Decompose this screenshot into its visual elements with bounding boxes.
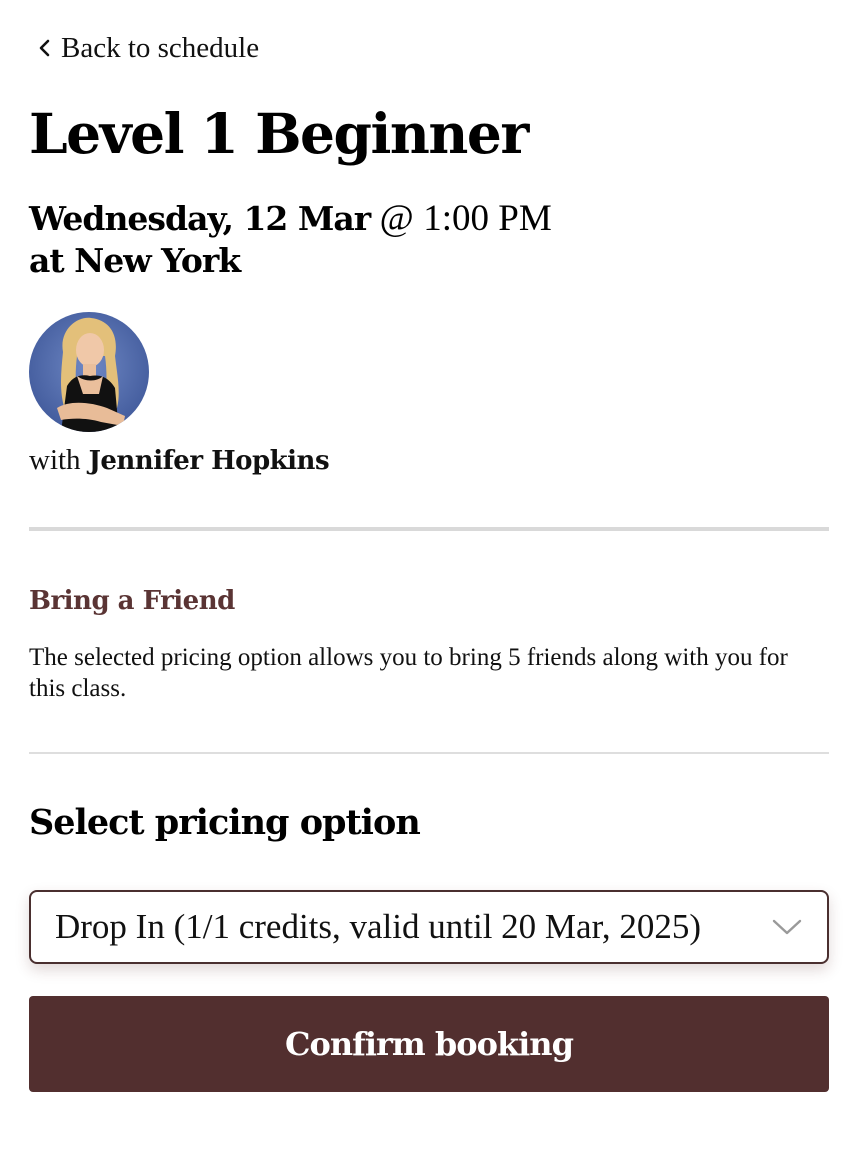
at-separator: @: [379, 198, 414, 239]
instructor-name: Jennifer Hopkins: [88, 446, 330, 476]
chevron-down-icon: [771, 918, 803, 936]
class-date: Wednesday, 12 Mar: [29, 199, 371, 238]
section-divider: [29, 527, 829, 531]
class-datetime: Wednesday, 12 Mar @ 1:00 PM: [29, 198, 552, 240]
class-title: Level 1 Beginner: [29, 101, 529, 166]
instructor-prefix: with: [29, 444, 81, 476]
pricing-heading: Select pricing option: [29, 802, 421, 843]
booking-page: Back to schedule Level 1 Beginner Wednes…: [29, 0, 829, 1172]
back-to-schedule-link[interactable]: Back to schedule: [37, 30, 259, 66]
instructor-avatar: [29, 312, 149, 432]
pricing-selected-value: Drop In (1/1 credits, valid until 20 Mar…: [55, 907, 701, 946]
section-divider: [29, 752, 829, 754]
instructor-line: with Jennifer Hopkins: [29, 440, 330, 481]
chevron-left-icon: [37, 38, 51, 58]
confirm-booking-button[interactable]: Confirm booking: [29, 996, 829, 1092]
pricing-option-select[interactable]: Drop In (1/1 credits, valid until 20 Mar…: [29, 890, 829, 964]
class-time: 1:00 PM: [423, 198, 552, 239]
bring-friend-description: The selected pricing option allows you t…: [29, 644, 788, 702]
class-location: at New York: [29, 241, 241, 280]
bring-friend-heading: Bring a Friend: [29, 586, 235, 616]
back-link-label: Back to schedule: [61, 32, 260, 64]
